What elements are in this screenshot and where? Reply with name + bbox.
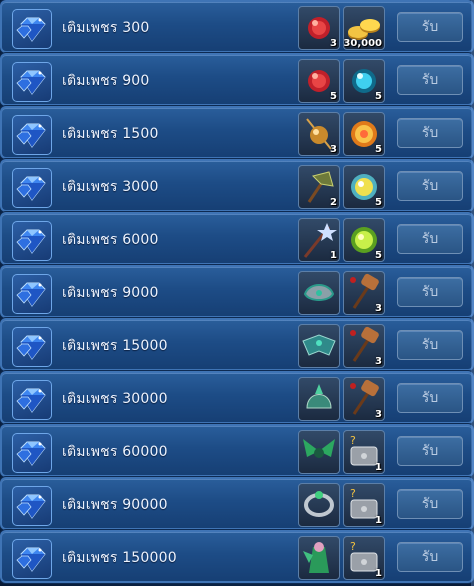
reward-item-2-quantity: 5 xyxy=(375,197,382,208)
reward-item-1[interactable]: 3 xyxy=(298,112,340,156)
reward-item-1[interactable] xyxy=(298,271,340,315)
recharge-reward-list: เติมเพชร 300 3 30,000 รับ เติมเพชร 900 5 xyxy=(0,0,474,586)
reward-row-11: เติมเพชร 150000 ? 1 รับ xyxy=(0,530,474,583)
reward-row-8: เติมเพชร 30000 3 รับ xyxy=(0,371,474,424)
reward-item-1[interactable] xyxy=(298,430,340,474)
reward-row-6: เติมเพชร 9000 3 รับ xyxy=(0,265,474,318)
reward-item-1-quantity: 3 xyxy=(330,144,337,155)
diamond-icon xyxy=(12,486,52,526)
recharge-tier-label: เติมเพชร 3000 xyxy=(62,179,159,195)
claim-button[interactable]: รับ xyxy=(397,383,463,413)
diamond-icon xyxy=(12,327,52,367)
recharge-tier-label: เติมเพชร 900 xyxy=(62,73,150,89)
reward-item-2-quantity: 1 xyxy=(375,515,382,526)
reward-row-1: เติมเพชร 300 3 30,000 รับ xyxy=(0,0,474,53)
diamond-icon xyxy=(12,115,52,155)
reward-row-5: เติมเพชร 6000 1 5 รับ xyxy=(0,212,474,265)
claim-button[interactable]: รับ xyxy=(397,118,463,148)
reward-item-1[interactable]: 3 xyxy=(298,6,340,50)
ornate-helm-icon xyxy=(306,384,332,409)
reward-item-2[interactable]: 30,000 xyxy=(343,6,385,50)
reward-item-2[interactable]: 3 xyxy=(343,271,385,315)
reward-item-1[interactable] xyxy=(298,536,340,580)
reward-item-1[interactable]: 5 xyxy=(298,59,340,103)
reward-item-2[interactable]: 5 xyxy=(343,218,385,262)
diamond-icon xyxy=(12,221,52,261)
emerald-costume-icon xyxy=(303,542,329,573)
reward-item-2-quantity: 3 xyxy=(375,356,382,367)
recharge-tier-label: เติมเพชร 30000 xyxy=(62,391,168,407)
claim-button[interactable]: รับ xyxy=(397,436,463,466)
reward-item-2-quantity: 3 xyxy=(375,303,382,314)
reward-item-1[interactable]: 1 xyxy=(298,218,340,262)
recharge-tier-label: เติมเพชร 60000 xyxy=(62,444,168,460)
reward-item-2[interactable]: 3 xyxy=(343,377,385,421)
diamond-icon xyxy=(12,9,52,49)
diamond-icon xyxy=(12,380,52,420)
diamond-icon xyxy=(12,62,52,102)
reward-row-10: เติมเพชร 90000 ? 1 รับ xyxy=(0,477,474,530)
reward-item-1[interactable] xyxy=(298,324,340,368)
reward-item-2-quantity: 30,000 xyxy=(343,38,382,49)
reward-item-1[interactable]: 2 xyxy=(298,165,340,209)
claim-button[interactable]: รับ xyxy=(397,277,463,307)
winged-armor-icon xyxy=(302,334,336,356)
recharge-tier-label: เติมเพชร 1500 xyxy=(62,126,159,142)
reward-row-9: เติมเพชร 60000 ? 1 รับ xyxy=(0,424,474,477)
svg-text:?: ? xyxy=(350,434,356,447)
green-wings-icon xyxy=(303,439,335,458)
reward-item-2[interactable]: ? 1 xyxy=(343,483,385,527)
reward-row-4: เติมเพชร 3000 2 5 รับ xyxy=(0,159,474,212)
reward-item-2-quantity: 3 xyxy=(375,409,382,420)
reward-item-1-quantity: 2 xyxy=(330,197,337,208)
reward-item-1[interactable] xyxy=(298,483,340,527)
recharge-tier-label: เติมเพชร 15000 xyxy=(62,338,168,354)
reward-item-2-quantity: 5 xyxy=(375,91,382,102)
jeweled-ring-icon xyxy=(304,491,334,517)
claim-button[interactable]: รับ xyxy=(397,65,463,95)
reward-item-2[interactable]: ? 1 xyxy=(343,430,385,474)
claim-button[interactable]: รับ xyxy=(397,330,463,360)
diamond-icon xyxy=(12,539,52,579)
reward-item-2-quantity: 1 xyxy=(375,568,382,579)
claim-button[interactable]: รับ xyxy=(397,12,463,42)
claim-button[interactable]: รับ xyxy=(397,542,463,572)
svg-text:?: ? xyxy=(350,540,356,553)
reward-item-1[interactable] xyxy=(298,377,340,421)
claim-button[interactable]: รับ xyxy=(397,171,463,201)
reward-row-3: เติมเพชร 1500 3 5 รับ xyxy=(0,106,474,159)
reward-item-2[interactable]: 5 xyxy=(343,165,385,209)
reward-item-1-quantity: 1 xyxy=(330,250,337,261)
reward-item-2[interactable]: 3 xyxy=(343,324,385,368)
diamond-icon xyxy=(12,433,52,473)
recharge-tier-label: เติมเพชร 90000 xyxy=(62,497,168,513)
claim-button[interactable]: รับ xyxy=(397,224,463,254)
recharge-tier-label: เติมเพชร 6000 xyxy=(62,232,159,248)
recharge-tier-label: เติมเพชร 300 xyxy=(62,20,150,36)
diamond-icon xyxy=(12,274,52,314)
reward-item-2-quantity: 5 xyxy=(375,250,382,261)
reward-row-2: เติมเพชร 900 5 5 รับ xyxy=(0,53,474,106)
reward-item-2[interactable]: 5 xyxy=(343,112,385,156)
armor-bracer-icon xyxy=(303,284,335,301)
reward-item-1-quantity: 3 xyxy=(330,38,337,49)
reward-row-7: เติมเพชร 15000 3 รับ xyxy=(0,318,474,371)
recharge-tier-label: เติมเพชร 9000 xyxy=(62,285,159,301)
reward-item-1-quantity: 5 xyxy=(330,91,337,102)
reward-item-2[interactable]: 5 xyxy=(343,59,385,103)
reward-item-2[interactable]: ? 1 xyxy=(343,536,385,580)
diamond-icon xyxy=(12,168,52,208)
svg-text:?: ? xyxy=(350,487,356,500)
reward-item-2-quantity: 1 xyxy=(375,462,382,473)
claim-button[interactable]: รับ xyxy=(397,489,463,519)
recharge-tier-label: เติมเพชร 150000 xyxy=(62,550,177,566)
reward-item-2-quantity: 5 xyxy=(375,144,382,155)
